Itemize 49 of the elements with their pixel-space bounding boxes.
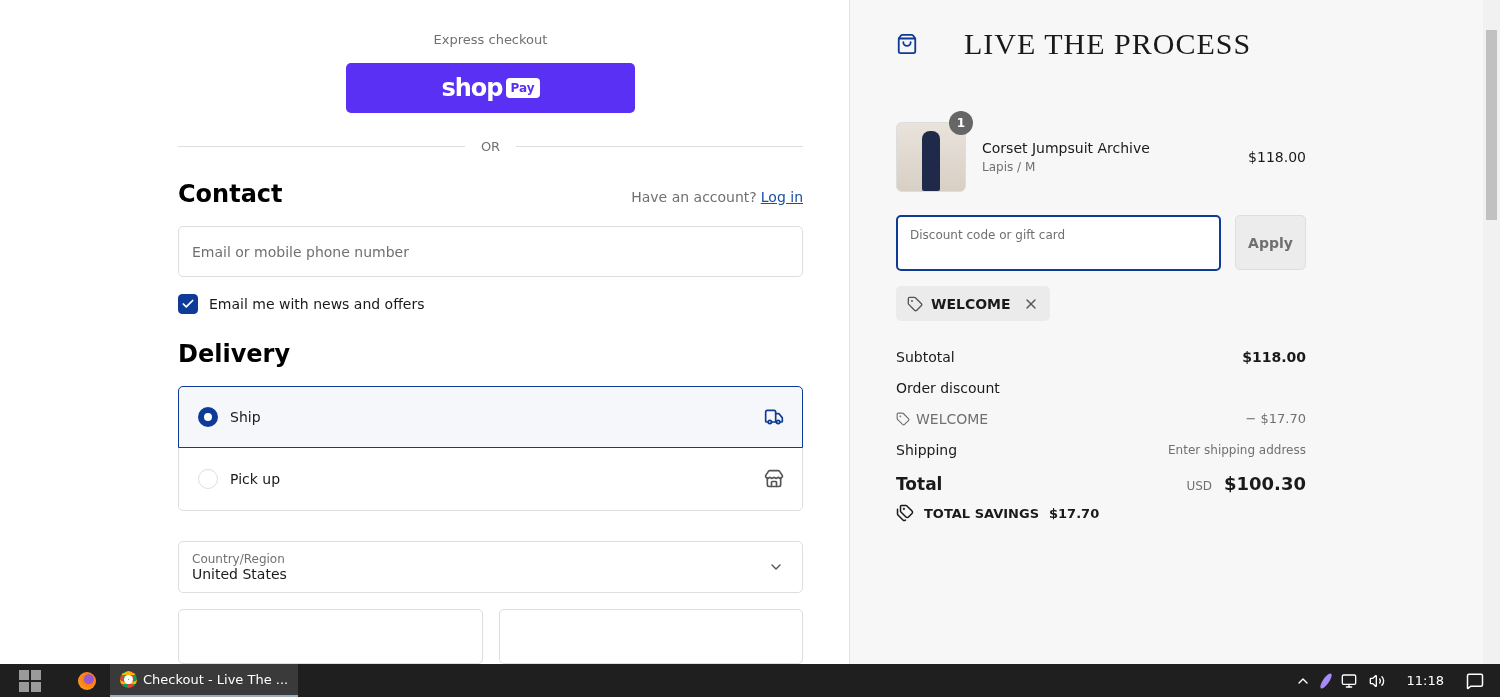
volume-icon: [1368, 672, 1385, 689]
express-checkout-label: Express checkout: [432, 32, 549, 47]
tag-icon: [907, 295, 923, 312]
name-field[interactable]: [498, 609, 803, 664]
summary-note: Enter shipping address: [1168, 442, 1306, 457]
discount-code: WELCOME: [931, 295, 1011, 312]
tag-icon: [896, 411, 910, 426]
newsletter-label: Email me with news and offers: [209, 296, 425, 313]
savings-value: $17.70: [1049, 505, 1100, 521]
newsletter-checkbox[interactable]: [178, 294, 198, 315]
scrollbar-thumb[interactable]: [1486, 30, 1497, 220]
discount-amount: − $17.70: [1245, 411, 1306, 426]
product-name: Corset Jumpsuit Archive: [982, 140, 1151, 156]
name-field[interactable]: [178, 609, 483, 664]
clock: 11:18: [1406, 673, 1444, 688]
or-divider-label: OR: [480, 138, 501, 154]
product-price: $118.00: [1248, 149, 1306, 165]
radio-button[interactable]: [198, 407, 218, 428]
summary-value: $118.00: [1242, 348, 1306, 365]
total-value: $100.30: [1224, 473, 1306, 494]
currency-label: USD: [1186, 479, 1212, 493]
network-icon: [1340, 672, 1357, 689]
browser-icon: [120, 671, 137, 688]
product-variant: Lapis / M: [982, 160, 1037, 174]
email-field[interactable]: Email or mobile phone number: [178, 225, 803, 278]
contact-heading: Contact: [178, 179, 283, 208]
store-icon: [764, 469, 784, 490]
shopping-bag-icon: [896, 33, 918, 55]
quantity-badge: 1: [949, 111, 973, 135]
delivery-heading: Delivery: [178, 340, 291, 369]
shop-pay-button[interactable]: shop Pay: [346, 63, 635, 113]
notification-icon: [1466, 671, 1484, 690]
account-prompt: Have an account? Log in: [631, 188, 803, 205]
discount-code: WELCOME: [916, 410, 989, 427]
tags-icon: [896, 504, 914, 522]
browser-icon[interactable]: [78, 671, 96, 690]
summary-label: Shipping: [896, 441, 958, 458]
country-select[interactable]: Country/Region United States: [178, 541, 803, 593]
summary-label: Subtotal: [896, 348, 955, 365]
total-label: Total: [896, 473, 943, 494]
start-icon[interactable]: [19, 669, 41, 692]
delivery-option[interactable]: Ship: [178, 386, 803, 449]
summary-label: Order discount: [896, 379, 1000, 396]
login-link[interactable]: Log in: [760, 188, 803, 205]
taskbar-window[interactable]: Checkout - Live The ...: [110, 664, 299, 697]
discount-field[interactable]: Discount code or gift card: [896, 215, 1221, 271]
savings-label: TOTAL SAVINGS: [924, 505, 1039, 521]
apply-button[interactable]: Apply: [1235, 215, 1306, 270]
store-logo: LIVE THE PROCESS: [964, 27, 1252, 61]
